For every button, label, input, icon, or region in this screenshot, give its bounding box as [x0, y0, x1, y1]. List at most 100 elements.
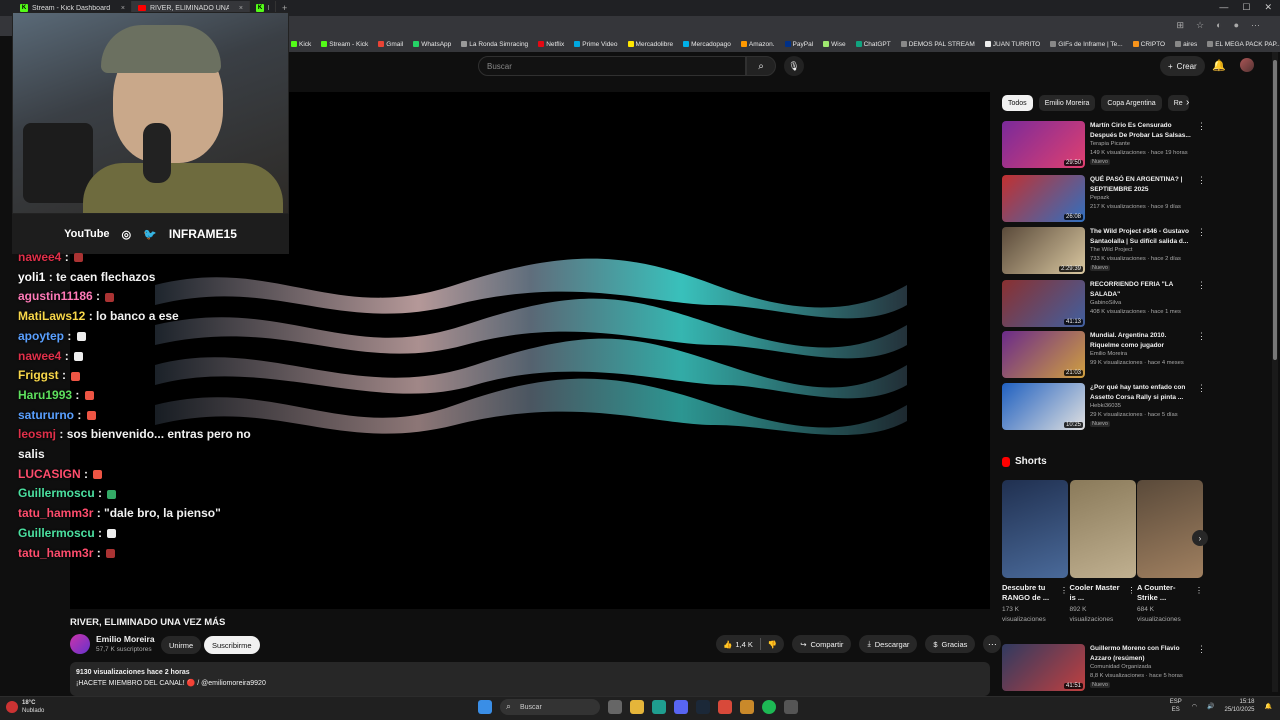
bookmark-item[interactable]: Kick	[291, 41, 311, 48]
video-menu-icon[interactable]: ⋮	[1197, 121, 1206, 132]
video-title[interactable]: The Wild Project #346 - Gustavo Santaola…	[1090, 227, 1196, 246]
recommended-video[interactable]: 26:08 QUÉ PASÓ EN ARGENTINA? | SEPTIEMBRE…	[1002, 175, 1206, 223]
bookmark-item[interactable]: DEMOS PAL STREAM	[900, 41, 975, 48]
recommended-video[interactable]: 10:25 ¿Por qué hay tanto enfado con Asset…	[1002, 383, 1206, 431]
bookmark-item[interactable]: Gmail	[378, 41, 403, 48]
app-icon-2[interactable]	[784, 700, 798, 714]
short-menu-icon[interactable]: ⋮	[1195, 586, 1203, 595]
menu-icon[interactable]: ⋯	[1251, 20, 1260, 31]
video-title[interactable]: QUÉ PASÓ EN ARGENTINA? | SEPTIEMBRE 2025	[1090, 175, 1196, 194]
short-thumbnail[interactable]	[1002, 480, 1068, 578]
profile-icon[interactable]: ●	[1234, 20, 1239, 31]
video-thumbnail[interactable]: 41:13	[1002, 280, 1085, 327]
create-button[interactable]: + Crear	[1160, 56, 1205, 76]
bookmark-item[interactable]: CRIPTO	[1132, 41, 1165, 48]
recommended-video[interactable]: 29:50 Martín Cirio Es Censurado Después D…	[1002, 121, 1206, 169]
short-item[interactable]: Descubre tu RANGO de ... 173 K visualizac…	[1002, 480, 1068, 625]
recommended-video[interactable]: 41:13 RECORRIENDO FERIA "LA SALADA" Gabino…	[1002, 280, 1206, 328]
bookmark-item[interactable]: JUAN TURRITO	[984, 41, 1040, 48]
search-button[interactable]: ⌕	[746, 56, 776, 76]
voice-search-button[interactable]: 🎙	[784, 56, 804, 76]
filter-chip[interactable]: Todos	[1002, 95, 1033, 111]
short-thumbnail[interactable]	[1137, 480, 1203, 578]
bookmark-item[interactable]: Prime Video	[574, 41, 618, 48]
video-thumbnail[interactable]: 41:51	[1002, 644, 1085, 691]
close-window-icon[interactable]: ✕	[1264, 2, 1272, 13]
steam-icon[interactable]	[696, 700, 710, 714]
bookmark-item[interactable]: Wise	[823, 41, 846, 48]
video-thumbnail[interactable]: 21:03	[1002, 331, 1085, 378]
video-menu-icon[interactable]: ⋮	[1197, 331, 1206, 342]
short-item[interactable]: Cooler Master is ... 892 K visualizacione…	[1069, 480, 1136, 625]
spotify-icon[interactable]	[762, 700, 776, 714]
filter-chip[interactable]: Emilio Moreira	[1038, 95, 1096, 111]
close-tab-icon[interactable]: ×	[121, 5, 125, 12]
notification-center-icon[interactable]: 🔔	[1265, 703, 1272, 710]
bookmark-item[interactable]: La Ronda Simracing	[461, 41, 528, 48]
video-title[interactable]: Guillermo Moreno con Flavio Azzaro (resú…	[1090, 644, 1196, 663]
bookmark-item[interactable]: Stream - Kick	[321, 41, 368, 48]
extension-icon[interactable]: ◐	[1216, 20, 1221, 31]
video-menu-icon[interactable]: ⋮	[1197, 280, 1206, 291]
description-box[interactable]: 9130 visualizaciones hace 2 horas ¡HACET…	[70, 662, 990, 696]
edge-icon[interactable]	[652, 700, 666, 714]
video-menu-icon[interactable]: ⋮	[1197, 227, 1206, 238]
language-indicator[interactable]: ESP ES	[1170, 698, 1182, 714]
subscribe-button[interactable]: Suscribirme	[204, 636, 260, 654]
search-input[interactable]: Buscar	[478, 56, 746, 76]
short-menu-icon[interactable]: ⋮	[1128, 586, 1136, 595]
windows-start-icon[interactable]	[478, 700, 492, 714]
minimize-icon[interactable]: —	[1219, 2, 1228, 13]
short-item[interactable]: A Counter-Strike ... 684 K visualizacione…	[1137, 480, 1203, 625]
task-view-icon[interactable]	[608, 700, 622, 714]
filter-chip[interactable]: Copa Argentina	[1101, 95, 1162, 111]
volume-icon[interactable]: 🔊	[1207, 703, 1214, 710]
bookmark-item[interactable]: PayPal	[784, 41, 813, 48]
share-button[interactable]: ↪ Compartir	[792, 635, 852, 653]
account-avatar[interactable]	[1240, 58, 1254, 72]
video-menu-icon[interactable]: ⋮	[1197, 383, 1206, 394]
join-button[interactable]: Unirme	[161, 636, 202, 654]
recommended-video[interactable]: 41:51 Guillermo Moreno con Flavio Azzaro …	[1002, 644, 1206, 692]
scrollbar-thumb[interactable]	[1273, 60, 1277, 360]
close-tab-icon[interactable]: ×	[239, 5, 243, 12]
video-thumbnail[interactable]: 26:08	[1002, 175, 1085, 222]
chrome-icon[interactable]	[718, 700, 732, 714]
translate-icon[interactable]: ⊞	[1177, 20, 1185, 31]
video-title[interactable]: RECORRIENDO FERIA "LA SALADA"	[1090, 280, 1196, 299]
file-explorer-icon[interactable]	[630, 700, 644, 714]
video-menu-icon[interactable]: ⋮	[1197, 175, 1206, 186]
short-title[interactable]: Cooler Master is ...	[1070, 583, 1126, 603]
video-thumbnail[interactable]: 10:25	[1002, 383, 1085, 430]
weather-widget[interactable]: 18°C Nublado	[6, 699, 44, 715]
short-title[interactable]: A Counter-Strike ...	[1137, 583, 1193, 603]
thanks-button[interactable]: $ Gracias	[925, 635, 976, 653]
clock[interactable]: 15:18 25/10/2025	[1224, 698, 1254, 714]
short-title[interactable]: Descubre tu RANGO de ...	[1002, 583, 1058, 603]
bookmark-item[interactable]: Netflix	[538, 41, 564, 48]
notifications-bell-icon[interactable]: 🔔	[1212, 59, 1226, 72]
video-menu-icon[interactable]: ⋮	[1197, 644, 1206, 655]
more-actions-button[interactable]: ⋯	[983, 635, 1002, 653]
bookmark-item[interactable]: ChatGPT	[855, 41, 891, 48]
channel-avatar[interactable]	[70, 634, 90, 654]
short-menu-icon[interactable]: ⋮	[1060, 586, 1068, 595]
bookmark-item[interactable]: WhatsApp	[413, 41, 451, 48]
dislike-button[interactable]: 👎	[761, 640, 784, 649]
maximize-icon[interactable]: ☐	[1242, 2, 1250, 13]
download-button[interactable]: ⤓ Descargar	[859, 635, 918, 653]
recommended-video[interactable]: 2:29:39 The Wild Project #346 - Gustavo S…	[1002, 227, 1206, 275]
taskbar-search[interactable]: ⌕ Buscar	[500, 699, 600, 715]
short-thumbnail[interactable]	[1069, 480, 1136, 578]
bookmark-item[interactable]: Mercadopago	[683, 41, 731, 48]
like-button[interactable]: 👍 1,4 K	[716, 640, 760, 649]
shorts-next-icon[interactable]: ›	[1192, 530, 1208, 546]
recommended-video[interactable]: 21:03 Mundial. Argentina 2010. Riquelme c…	[1002, 331, 1206, 379]
bookmark-item[interactable]: aires	[1175, 41, 1197, 48]
bookmark-item[interactable]: Amazon.	[740, 41, 775, 48]
discord-icon[interactable]	[674, 700, 688, 714]
video-title[interactable]: Mundial. Argentina 2010. Riquelme como j…	[1090, 331, 1196, 350]
bookmark-item[interactable]: GIFs de Inframe | Te...	[1050, 41, 1123, 48]
channel-name[interactable]: Emilio Moreira	[96, 634, 155, 644]
video-title[interactable]: Martín Cirio Es Censurado Después De Pro…	[1090, 121, 1196, 140]
